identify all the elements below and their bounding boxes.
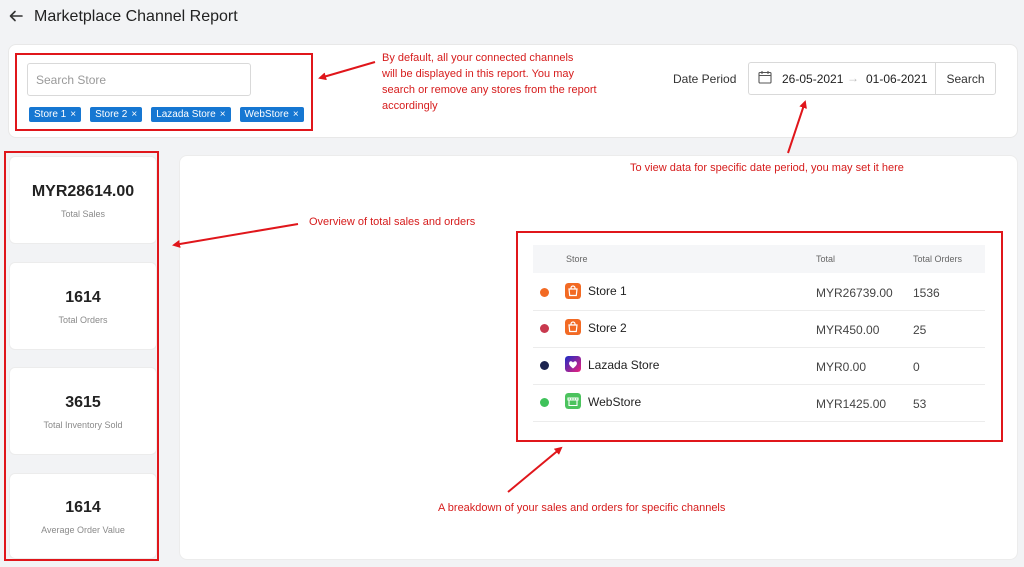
arrow-to-stats: [172, 223, 299, 248]
annotation-arrows: [172, 61, 807, 493]
arrow-to-filters: [318, 61, 376, 81]
arrow-to-date-picker: [787, 100, 807, 154]
arrow-to-table: [507, 446, 563, 493]
